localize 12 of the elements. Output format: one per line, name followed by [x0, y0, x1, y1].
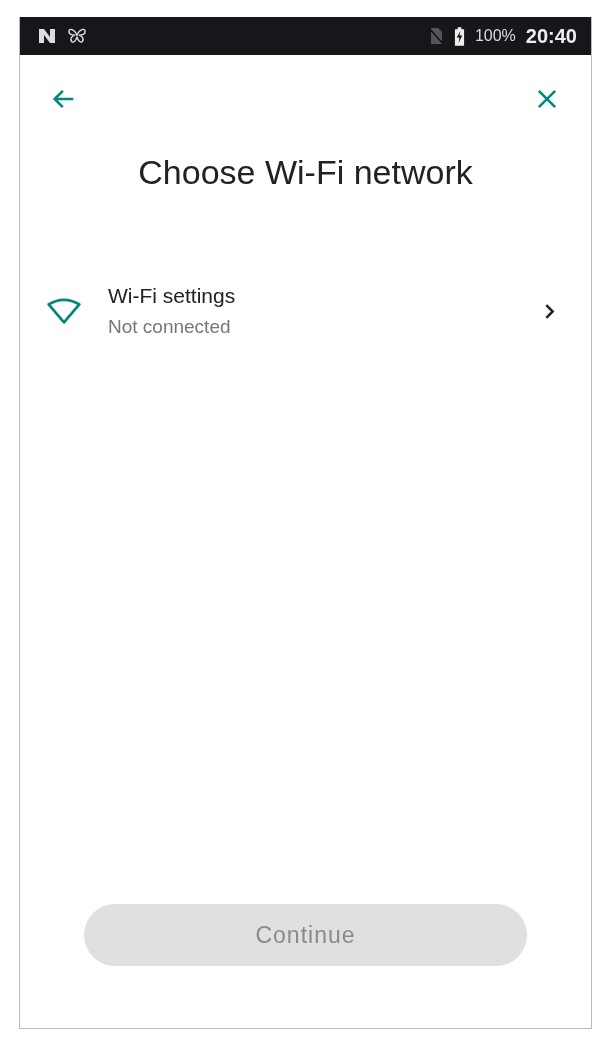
no-sim-icon	[427, 27, 444, 45]
battery-charging-icon	[453, 26, 465, 46]
wifi-icon	[46, 297, 82, 325]
battery-percentage: 100%	[474, 27, 516, 45]
item-subtitle: Not connected	[108, 316, 232, 338]
page-title: Choose Wi-Fi network	[137, 153, 474, 192]
clock-time: 20:40	[525, 24, 577, 48]
item-title: Wi-Fi settings	[108, 284, 237, 308]
wifi-settings-item[interactable]: Wi-Fi settings Not connected	[20, 284, 591, 338]
chevron-right-icon	[544, 302, 555, 320]
n-logo-icon	[38, 28, 56, 44]
butterfly-icon	[66, 27, 88, 45]
